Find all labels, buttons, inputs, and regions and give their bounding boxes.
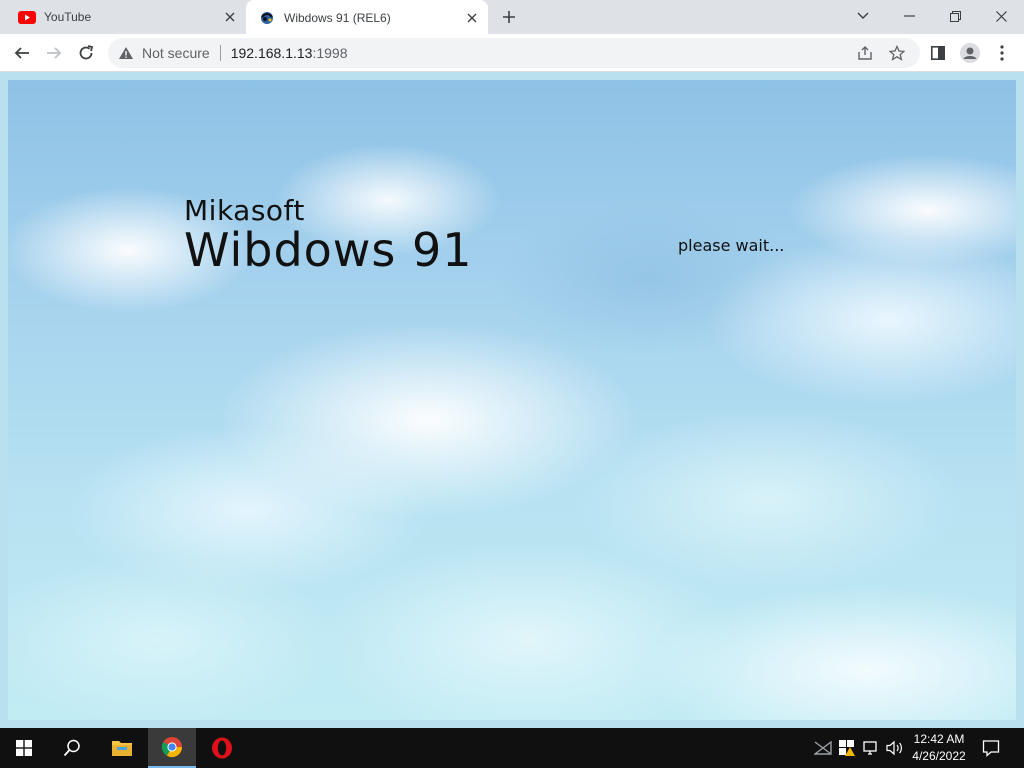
boot-logo: Mikasoft Wibdows 91 [184,194,473,277]
start-icon [16,740,32,756]
chevron-down-icon [857,12,869,19]
taskbar: 12:42 AM 4/26/2022 [0,728,1024,768]
tab-search-button[interactable] [840,0,886,32]
wibdows-icon [258,9,276,27]
loading-status: please wait... [678,236,785,255]
url-host[interactable]: 192.168.1.13 [231,45,313,61]
star-icon[interactable] [886,42,908,64]
security-alert-icon[interactable] [837,738,857,758]
close-icon[interactable] [218,5,242,29]
url-port[interactable]: :1998 [312,45,347,61]
tab-title: YouTube [44,10,92,24]
opera-button[interactable] [198,728,246,768]
clock-time: 12:42 AM [913,732,965,746]
network-disconnected-icon[interactable] [813,738,833,758]
browser-toolbar: Not secure 192.168.1.13:1998 [0,34,1024,72]
opera-icon [212,737,232,759]
avatar-icon [960,43,980,63]
page-viewport: Mikasoft Wibdows 91 please wait... [0,72,1024,728]
warning-icon[interactable] [118,46,136,60]
address-bar[interactable]: Not secure 192.168.1.13:1998 [108,38,920,68]
arrow-right-icon [47,47,62,59]
taskbar-clock[interactable]: 12:42 AM 4/26/2022 [908,731,970,765]
cloud-background: Mikasoft Wibdows 91 please wait... [8,80,1016,720]
close-icon [995,10,1007,22]
forward-button[interactable] [40,39,68,67]
tab-wibdows[interactable]: Wibdows 91 (REL6) [246,0,488,36]
reload-icon [79,45,94,60]
screen: YouTube Wibdows 91 (REL6) Not secure 192… [0,0,1024,768]
kebab-menu-icon [1000,45,1004,61]
youtube-icon [18,8,36,26]
new-tab-button[interactable] [496,5,522,29]
clock-date: 4/26/2022 [912,749,966,763]
chrome-button[interactable] [148,728,196,768]
tab-title: Wibdows 91 (REL6) [284,11,391,25]
close-window-button[interactable] [978,0,1024,32]
volume-icon[interactable] [885,738,905,758]
file-explorer-button[interactable] [98,728,146,768]
tab-strip: YouTube Wibdows 91 (REL6) [0,0,1024,36]
file-explorer-icon [112,741,132,756]
side-panel-icon [931,46,945,60]
product-name: Wibdows 91 [184,223,473,277]
start-button[interactable] [0,728,48,768]
arrow-left-icon [14,47,29,59]
notification-icon[interactable] [981,738,1001,758]
share-icon[interactable] [854,42,876,64]
chrome-icon [161,737,183,758]
security-label[interactable]: Not secure [142,45,210,61]
network-icon[interactable] [861,738,881,758]
divider [219,45,221,61]
profile-button[interactable] [956,39,984,67]
restore-button[interactable] [932,0,978,32]
company-name: Mikasoft [184,194,305,227]
restore-icon [949,10,961,22]
search-button[interactable] [48,728,96,768]
search-icon [63,739,80,757]
minimize-button[interactable] [886,0,932,32]
plus-icon [503,11,515,23]
back-button[interactable] [8,39,36,67]
reload-button[interactable] [72,39,100,67]
side-panel-button[interactable] [924,39,952,67]
menu-button[interactable] [988,39,1016,67]
close-icon[interactable] [460,6,484,30]
tab-youtube[interactable]: YouTube [0,0,246,34]
minimize-icon [903,15,915,17]
